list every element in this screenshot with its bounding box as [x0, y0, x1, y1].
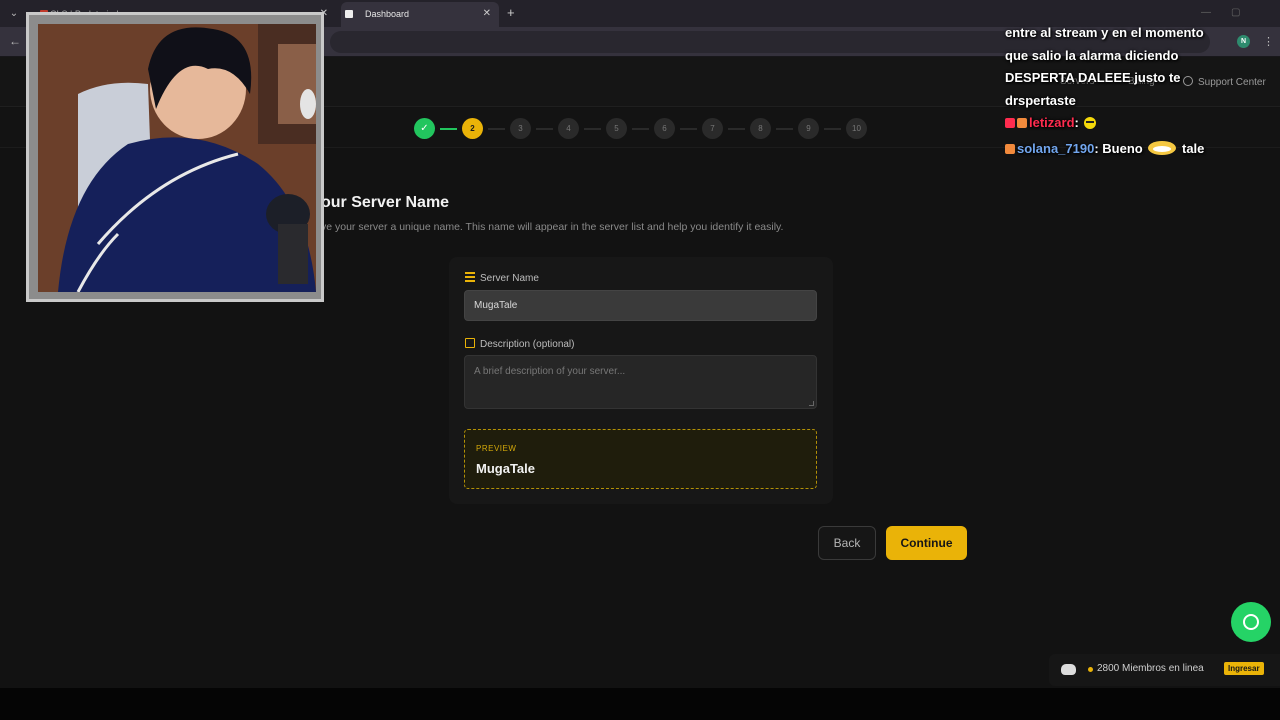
- description-label-text: Description (optional): [480, 339, 575, 350]
- step-2-current: 2: [462, 118, 483, 139]
- chat-line: drspertaste: [1005, 92, 1076, 108]
- tab-dashboard[interactable]: Dashboard ✕: [341, 2, 499, 27]
- preview-server-name: MugaTale: [476, 461, 535, 476]
- emote-icon: [1082, 115, 1098, 138]
- step-4: 4: [558, 118, 579, 139]
- step-9: 9: [798, 118, 819, 139]
- step-connector: [824, 128, 841, 130]
- step-10: 10: [846, 118, 867, 139]
- new-tab-icon[interactable]: +: [507, 6, 515, 20]
- discord-icon: [1061, 664, 1076, 675]
- chat-line: que salio la alarma diciendo: [1005, 47, 1179, 63]
- chat-message-letizard: letizard:: [1005, 112, 1275, 138]
- edit-icon: [465, 338, 475, 348]
- webcam-scene: [38, 24, 316, 292]
- description-placeholder: A brief description of your server...: [474, 366, 626, 377]
- bottom-strip: [0, 688, 1280, 720]
- step-connector: [776, 128, 793, 130]
- tab-label: Dashboard: [365, 9, 410, 19]
- description-label: Description (optional): [465, 338, 575, 350]
- chat-username: letizard: [1029, 115, 1075, 130]
- preview-box: PREVIEW MugaTale: [464, 429, 817, 489]
- server-name-label: Server Name: [465, 272, 539, 284]
- badge-icon: [1005, 118, 1015, 128]
- whatsapp-icon: [1243, 614, 1259, 630]
- chat-username: solana_7190: [1017, 140, 1095, 156]
- step-8: 8: [750, 118, 771, 139]
- chat-text-end: tale: [1182, 140, 1205, 156]
- preview-label: PREVIEW: [476, 444, 517, 453]
- whatsapp-button[interactable]: [1231, 602, 1271, 642]
- discord-join-button[interactable]: Ingresar: [1224, 662, 1264, 675]
- chat-message-solana: solana_7190: Bueno tale: [1005, 138, 1275, 164]
- chat-text: Bueno: [1102, 140, 1143, 156]
- online-dot: [1088, 667, 1093, 672]
- step-connector: [488, 128, 505, 130]
- step-connector: [728, 128, 745, 130]
- step-connector: [584, 128, 601, 130]
- webcam-image: [38, 24, 316, 292]
- back-button[interactable]: Back: [818, 526, 876, 560]
- sub-badge-icon: [1017, 118, 1027, 128]
- chat-line: entre al stream y en el momento: [1005, 25, 1204, 40]
- page-subtitle: ve your server a unique name. This name …: [321, 221, 784, 233]
- back-arrow-icon[interactable]: ←: [9, 34, 21, 48]
- step-6: 6: [654, 118, 675, 139]
- server-name-input[interactable]: MugaTale: [464, 290, 817, 321]
- chat-line: DESPERTA DALEEE justo te: [1005, 70, 1181, 85]
- stream-chat-overlay: entre al stream y en el momento que sali…: [1005, 8, 1275, 163]
- tab-search-icon[interactable]: ⌄: [6, 6, 22, 22]
- step-connector: [680, 128, 697, 130]
- step-connector: [536, 128, 553, 130]
- continue-button[interactable]: Continue: [886, 526, 967, 560]
- discord-member-count: 2800 Miembros en linea: [1097, 663, 1204, 674]
- emote-icon: [1146, 140, 1178, 164]
- chat-cut-line: [1005, 8, 1275, 22]
- step-connector: [632, 128, 649, 130]
- server-icon: [465, 272, 475, 282]
- step-7: 7: [702, 118, 723, 139]
- step-1-complete: ✓: [414, 118, 435, 139]
- page-title: our Server Name: [321, 194, 450, 211]
- step-connector: [440, 128, 457, 130]
- resize-handle-icon[interactable]: [809, 401, 814, 406]
- close-tab-icon[interactable]: ✕: [483, 2, 491, 26]
- discord-widget: 2800 Miembros en linea Ingresar: [1049, 654, 1280, 686]
- description-textarea[interactable]: A brief description of your server...: [464, 355, 817, 409]
- step-5: 5: [606, 118, 627, 139]
- dashboard-favicon-icon: [345, 10, 353, 18]
- server-name-label-text: Server Name: [480, 273, 539, 284]
- sub-badge-icon: [1005, 143, 1015, 154]
- step-3: 3: [510, 118, 531, 139]
